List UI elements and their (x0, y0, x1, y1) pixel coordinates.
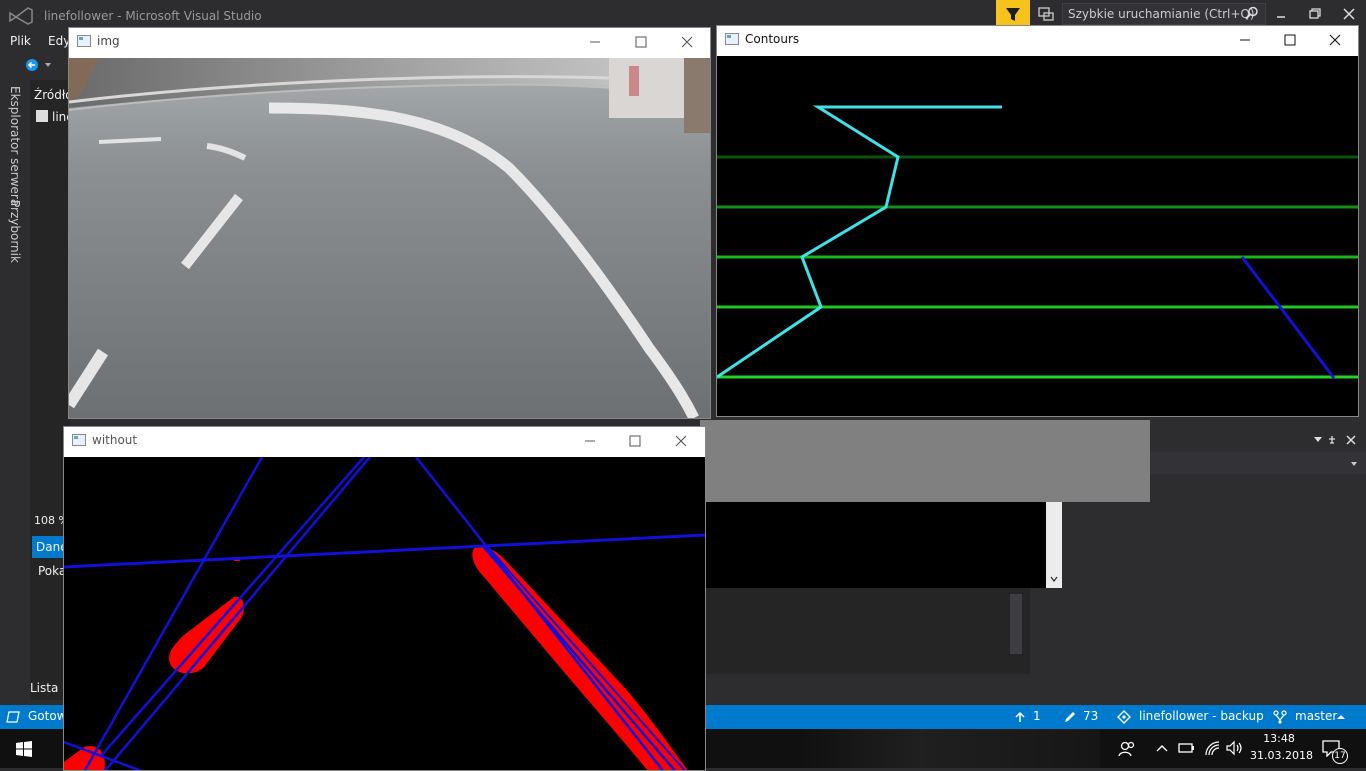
minimize-icon[interactable] (1270, 5, 1292, 23)
status-ready: Gotow (28, 709, 67, 723)
window-app-icon (725, 33, 739, 45)
detected-line-e (481, 544, 676, 770)
chevron-down-icon[interactable] (1350, 461, 1358, 467)
console-scrollbar[interactable] (1046, 502, 1062, 588)
img-window[interactable]: img (68, 27, 711, 419)
window-title: linefollower - Microsoft Visual Studio (44, 9, 262, 23)
window-app-icon (77, 35, 91, 47)
without-window[interactable]: without (63, 426, 706, 771)
detected-line-c (99, 457, 365, 758)
output-panel (700, 588, 1030, 674)
push-arrow-icon[interactable] (1014, 711, 1026, 723)
clock-date[interactable]: 31.03.2018 (1250, 749, 1313, 762)
search-icon (1245, 6, 1258, 20)
people-icon[interactable] (1118, 740, 1136, 758)
contours-view (717, 56, 1358, 416)
project-icon (36, 110, 48, 122)
img-camera-view (69, 58, 710, 418)
chevron-down-icon[interactable] (44, 62, 52, 68)
back-arrow-icon[interactable] (24, 57, 40, 73)
windows-start-icon[interactable] (16, 741, 32, 757)
quick-launch-placeholder: Szybkie uruchamianie (Ctrl+Q) (1068, 7, 1255, 21)
menu-edit[interactable]: Edy (48, 34, 70, 48)
pencil-icon[interactable] (1064, 711, 1076, 723)
menu-file[interactable]: Plik (10, 34, 31, 48)
close-icon[interactable] (677, 32, 697, 52)
chevron-up-icon[interactable] (1156, 744, 1168, 752)
visual-studio-logo-icon (9, 7, 33, 25)
close-icon[interactable] (1325, 30, 1345, 50)
contours-window[interactable]: Contours (716, 25, 1359, 417)
solution-heading: Źródło (34, 88, 73, 102)
toolbox-tab[interactable]: Przybornik (8, 200, 22, 263)
taskbar-background (800, 729, 1100, 768)
panel-controls-icon[interactable] (1312, 434, 1362, 446)
maximize-icon[interactable] (1280, 30, 1300, 50)
minimize-icon[interactable] (1235, 30, 1255, 50)
git-repo-icon[interactable] (1117, 710, 1131, 724)
properties-panel (1150, 428, 1366, 705)
maximize-icon[interactable] (625, 431, 645, 451)
battery-icon[interactable] (1178, 741, 1196, 755)
contours-window-titlebar[interactable]: Contours (717, 26, 1358, 54)
wifi-icon[interactable] (1204, 740, 1222, 756)
output-icon (6, 711, 20, 723)
img-window-title: img (97, 34, 120, 48)
without-window-titlebar[interactable]: without (64, 427, 705, 455)
repository-name[interactable]: linefollower - backup (1139, 709, 1264, 723)
pending-changes[interactable]: 73 (1083, 709, 1098, 723)
show-label: Poka (38, 564, 67, 578)
maximize-icon[interactable] (631, 32, 651, 52)
close-icon[interactable] (671, 431, 691, 451)
scrollbar[interactable] (1010, 594, 1022, 654)
contours-canvas (717, 105, 1358, 379)
contours-window-title: Contours (745, 32, 800, 46)
properties-dropdown[interactable] (1150, 452, 1366, 474)
red-blob-right (472, 546, 688, 770)
restore-icon[interactable] (1304, 5, 1326, 23)
branch-name[interactable]: master (1295, 709, 1337, 723)
server-explorer-tab[interactable]: Eksplorator serwera (8, 86, 22, 206)
close-icon[interactable] (1338, 5, 1360, 23)
camera-frame (69, 58, 710, 418)
window-app-icon (72, 434, 86, 446)
detected-line (1240, 256, 1336, 379)
feedback-icon[interactable] (1036, 4, 1056, 24)
quick-launch-input[interactable]: Szybkie uruchamianie (Ctrl+Q) (1062, 3, 1266, 25)
img-window-titlebar[interactable]: img (69, 28, 710, 56)
detected-line-b (104, 457, 371, 770)
volume-icon[interactable] (1226, 740, 1244, 756)
horizontal-line (64, 533, 705, 569)
without-canvas (64, 457, 705, 770)
chevron-down-icon[interactable] (1050, 576, 1058, 582)
without-window-title: without (92, 433, 138, 447)
filter-icon[interactable] (996, 0, 1030, 28)
clock-time[interactable]: 13:48 (1252, 732, 1306, 745)
chevron-up-icon[interactable] (1336, 714, 1346, 720)
console-window-header (700, 420, 1150, 502)
console-window (700, 502, 1048, 588)
branch-icon[interactable] (1273, 710, 1287, 724)
pending-pushes[interactable]: 1 (1033, 709, 1041, 723)
without-view (64, 457, 705, 770)
minimize-icon[interactable] (580, 431, 600, 451)
side-tab-strip: Eksplorator serwera Przybornik (0, 80, 30, 700)
path-contour (717, 105, 1002, 379)
notification-count[interactable]: 17 (1332, 748, 1348, 764)
minimize-icon[interactable] (585, 32, 605, 52)
